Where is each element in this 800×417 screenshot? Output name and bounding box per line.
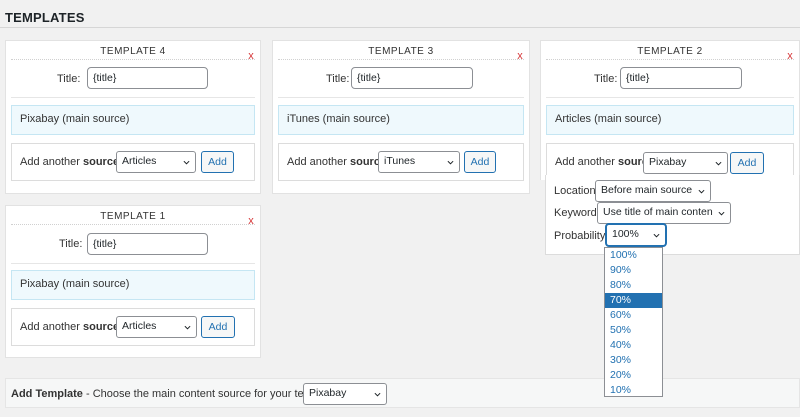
title-label: Title: bbox=[326, 73, 350, 85]
template-card-2: TEMPLATE 2 x Title: Articles (main sourc… bbox=[540, 40, 800, 181]
chevron-down-icon bbox=[715, 161, 722, 166]
probability-option[interactable]: 50% bbox=[605, 323, 662, 338]
select-value: 100% bbox=[612, 228, 639, 240]
add-source-button[interactable]: Add bbox=[464, 151, 496, 173]
main-source-box: Pixabay (main source) bbox=[11, 270, 255, 300]
main-source-box: Articles (main source) bbox=[546, 105, 794, 135]
title-label: Title: bbox=[594, 73, 618, 85]
chevron-down-icon bbox=[447, 160, 454, 165]
chevron-down-icon bbox=[718, 211, 725, 216]
main-source-box: iTunes (main source) bbox=[278, 105, 524, 135]
add-source-label: Add another source: bbox=[20, 156, 122, 168]
probability-option[interactable]: 10% bbox=[605, 383, 662, 398]
remove-template-icon[interactable]: x bbox=[246, 50, 256, 62]
probability-option[interactable]: 60% bbox=[605, 308, 662, 323]
select-value: Articles bbox=[122, 155, 157, 167]
select-value: Pixabay bbox=[309, 387, 347, 399]
add-source-button[interactable]: Add bbox=[201, 151, 234, 173]
add-source-label: Add another source: bbox=[555, 156, 657, 168]
location-label: Location: bbox=[554, 185, 599, 197]
title-label: Title: bbox=[57, 73, 81, 85]
chevron-down-icon bbox=[653, 233, 660, 238]
add-source-select[interactable]: Pixabay bbox=[643, 152, 728, 174]
select-value: Use title of main conten bbox=[603, 206, 713, 218]
template-card-4: TEMPLATE 4 x Title: Pixabay (main source… bbox=[5, 40, 261, 194]
template-heading: TEMPLATE 2 bbox=[546, 46, 794, 60]
probability-option[interactable]: 100% bbox=[605, 248, 662, 263]
probability-option[interactable]: 30% bbox=[605, 353, 662, 368]
remove-template-icon[interactable]: x bbox=[785, 50, 795, 62]
title-input[interactable] bbox=[87, 67, 208, 89]
add-source-label: Add another source: bbox=[287, 156, 389, 168]
remove-template-icon[interactable]: x bbox=[246, 215, 256, 227]
location-select[interactable]: Before main source bbox=[595, 180, 711, 202]
add-source-row: Add another source: iTunes Add bbox=[278, 143, 524, 181]
section-divider bbox=[0, 27, 800, 28]
select-value: Before main source bbox=[601, 184, 693, 196]
template-card-1: TEMPLATE 1 x Title: Pixabay (main source… bbox=[5, 205, 261, 358]
chevron-down-icon bbox=[184, 325, 191, 330]
main-source-box: Pixabay (main source) bbox=[11, 105, 255, 135]
add-template-bar: Add Template - Choose the main content s… bbox=[5, 378, 800, 408]
add-source-select[interactable]: Articles bbox=[116, 316, 197, 338]
chevron-down-icon bbox=[374, 392, 381, 397]
title-label: Title: bbox=[59, 238, 83, 250]
select-value: Articles bbox=[122, 320, 157, 332]
main-source-select[interactable]: Pixabay bbox=[303, 383, 387, 405]
chevron-down-icon bbox=[698, 189, 705, 194]
title-input[interactable] bbox=[620, 67, 742, 89]
add-source-row: Add another source: Articles Add bbox=[11, 308, 255, 346]
probability-dropdown-list: 100% 90% 80% 70% 60% 50% 40% 30% 20% 10% bbox=[604, 247, 663, 397]
probability-label: Probability: bbox=[554, 230, 609, 242]
template-card-3: TEMPLATE 3 x Title: iTunes (main source)… bbox=[272, 40, 530, 194]
keyword-select[interactable]: Use title of main conten bbox=[597, 202, 731, 224]
title-input[interactable] bbox=[87, 233, 208, 255]
source-options-panel: Location: Before main source Keyword: Us… bbox=[545, 175, 800, 255]
probability-option[interactable]: 70% bbox=[605, 293, 662, 308]
add-template-label: Add Template - Choose the main content s… bbox=[11, 388, 340, 400]
add-source-button[interactable]: Add bbox=[201, 316, 235, 338]
template-heading: TEMPLATE 4 bbox=[11, 46, 255, 60]
probability-option[interactable]: 20% bbox=[605, 368, 662, 383]
row-divider bbox=[11, 97, 255, 98]
select-value: iTunes bbox=[384, 155, 416, 167]
section-title: TEMPLATES bbox=[5, 10, 85, 25]
template-heading: TEMPLATE 1 bbox=[11, 211, 255, 225]
add-source-button[interactable]: Add bbox=[730, 152, 764, 174]
row-divider bbox=[11, 263, 255, 264]
add-source-select[interactable]: iTunes bbox=[378, 151, 460, 173]
title-input[interactable] bbox=[351, 67, 473, 89]
keyword-label: Keyword: bbox=[554, 207, 600, 219]
row-divider bbox=[546, 97, 794, 98]
chevron-down-icon bbox=[183, 160, 190, 165]
add-source-row: Add another source: Articles Add bbox=[11, 143, 255, 181]
probability-option[interactable]: 90% bbox=[605, 263, 662, 278]
add-source-select[interactable]: Articles bbox=[116, 151, 196, 173]
add-source-label: Add another source: bbox=[20, 321, 122, 333]
probability-select[interactable]: 100% bbox=[606, 224, 666, 246]
select-value: Pixabay bbox=[649, 156, 687, 168]
probability-option[interactable]: 80% bbox=[605, 278, 662, 293]
template-heading: TEMPLATE 3 bbox=[278, 46, 524, 60]
row-divider bbox=[278, 97, 524, 98]
remove-template-icon[interactable]: x bbox=[515, 50, 525, 62]
probability-option[interactable]: 40% bbox=[605, 338, 662, 353]
